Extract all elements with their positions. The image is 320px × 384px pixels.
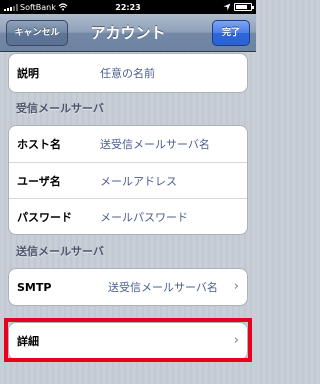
description-value: 任意の名前 [100, 67, 155, 80]
password-row[interactable]: パスワード メールパスワード [9, 198, 247, 234]
carrier-name: SoftBank [20, 2, 56, 12]
signal-bars-icon [4, 3, 18, 11]
carrier-group: SoftBank [4, 3, 68, 12]
password-value: メールパスワード [100, 210, 188, 224]
outgoing-server-header: 送信メールサーバ [16, 245, 104, 258]
host-name-value: 送受信メールサーバ名 [100, 138, 210, 151]
details-label: 詳細 [17, 335, 39, 348]
user-name-value: メールアドレス [100, 174, 177, 188]
done-button[interactable]: 完了 [212, 20, 250, 46]
user-name-label: ユーザ名 [17, 174, 61, 188]
host-name-label: ホスト名 [17, 138, 61, 151]
smtp-row[interactable]: SMTP 送受信メールサーバ名 › [9, 269, 247, 305]
smtp-value: 送受信メールサーバ名 [108, 281, 218, 294]
description-label: 説明 [17, 67, 39, 80]
password-label: パスワード [17, 210, 72, 224]
chevron-right-icon: › [233, 279, 239, 294]
chevron-right-icon: › [233, 333, 239, 348]
cancel-button[interactable]: キャンセル [6, 20, 68, 46]
details-row[interactable]: 詳細 › [9, 323, 247, 359]
location-arrow-icon [223, 3, 231, 11]
navigation-bar: アカウント キャンセル 完了 [0, 14, 256, 52]
user-name-row[interactable]: ユーザ名 メールアドレス [9, 162, 247, 198]
smtp-label: SMTP [17, 280, 52, 294]
battery-icon [234, 3, 254, 11]
host-name-row[interactable]: ホスト名 送受信メールサーバ名 [9, 126, 247, 162]
status-right-group [223, 3, 254, 11]
incoming-server-header: 受信メールサーバ [16, 102, 104, 115]
description-group: 説明 任意の名前 [8, 53, 248, 93]
outgoing-server-group: SMTP 送受信メールサーバ名 › [8, 268, 248, 306]
status-bar: SoftBank 22:23 [0, 0, 256, 14]
wifi-icon [58, 3, 68, 11]
details-group: 詳細 › [8, 322, 248, 360]
description-row[interactable]: 説明 任意の名前 [9, 54, 247, 92]
incoming-server-group: ホスト名 送受信メールサーバ名 ユーザ名 メールアドレス パスワード メールパス… [8, 125, 248, 235]
